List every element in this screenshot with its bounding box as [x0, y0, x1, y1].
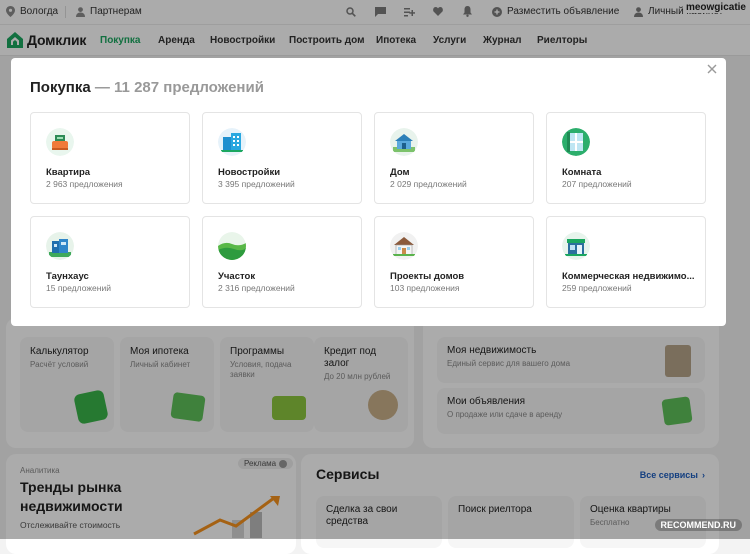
category-count: 259 предложений — [562, 283, 632, 293]
new-building-icon — [218, 128, 246, 156]
category-name: Коммерческая недвижимо... — [562, 271, 695, 282]
category-name: Дом — [390, 167, 410, 178]
category-count: 15 предложений — [46, 283, 111, 293]
category-card-new-buildings[interactable]: Новостройки 3 395 предложений — [202, 112, 362, 204]
apartment-icon — [46, 128, 74, 156]
land-plot-icon — [218, 232, 246, 260]
close-icon — [707, 64, 717, 74]
category-card-room[interactable]: Комната 207 предложений — [546, 112, 706, 204]
category-name: Таунхаус — [46, 271, 89, 282]
commercial-icon — [562, 232, 590, 260]
category-count: 103 предложения — [390, 283, 460, 293]
modal-title: Покупка — 11 287 предложений — [30, 79, 264, 96]
townhouse-icon — [46, 232, 74, 260]
category-card-house[interactable]: Дом 2 029 предложений — [374, 112, 534, 204]
room-icon — [562, 128, 590, 156]
modal-offers-count: — 11 287 предложений — [90, 79, 264, 96]
category-name: Комната — [562, 167, 602, 178]
category-name: Новостройки — [218, 167, 281, 178]
category-card-land[interactable]: Участок 2 316 предложений — [202, 216, 362, 308]
category-card-apartment[interactable]: Квартира 2 963 предложения — [30, 112, 190, 204]
category-name: Участок — [218, 271, 256, 282]
category-name: Проекты домов — [390, 271, 465, 282]
house-project-icon — [390, 232, 418, 260]
category-card-townhouse[interactable]: Таунхаус 15 предложений — [30, 216, 190, 308]
watermark: RECOMMEND.RU — [654, 519, 742, 531]
category-count: 2 963 предложения — [46, 179, 123, 189]
category-name: Квартира — [46, 167, 91, 178]
purchase-category-modal: Покупка — 11 287 предложений Квартира 2 … — [11, 58, 726, 326]
modal-title-text: Покупка — [30, 79, 91, 96]
category-count: 2 316 предложений — [218, 283, 295, 293]
category-count: 207 предложений — [562, 179, 632, 189]
category-card-commercial[interactable]: Коммерческая недвижимо... 259 предложени… — [546, 216, 706, 308]
category-count: 3 395 предложений — [218, 179, 295, 189]
house-icon — [390, 128, 418, 156]
category-card-house-projects[interactable]: Проекты домов 103 предложения — [374, 216, 534, 308]
close-button[interactable] — [704, 62, 720, 78]
category-count: 2 029 предложений — [390, 179, 467, 189]
